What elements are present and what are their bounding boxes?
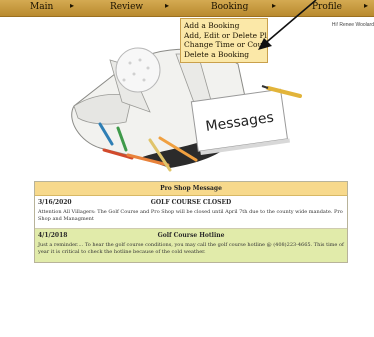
- pointer-arrow: [258, 0, 317, 50]
- panel-header: Pro Shop Message: [35, 182, 347, 196]
- message-item: 4/1/2018 Golf Course Hotline Just a remi…: [35, 229, 347, 262]
- message-title: GOLF COURSE CLOSED: [150, 199, 232, 206]
- pro-shop-message-panel: Pro Shop Message 3/16/2020 GOLF COURSE C…: [34, 181, 348, 263]
- message-item: 3/16/2020 GOLF COURSE CLOSED Attention A…: [35, 196, 347, 229]
- golf-ball-icon: [115, 47, 161, 93]
- message-title: Golf Course Hotline: [157, 232, 225, 239]
- message-body: Just a reminder.... To hear the golf cou…: [38, 242, 344, 255]
- message-body: Attention All Villagers: The Golf Course…: [38, 209, 343, 222]
